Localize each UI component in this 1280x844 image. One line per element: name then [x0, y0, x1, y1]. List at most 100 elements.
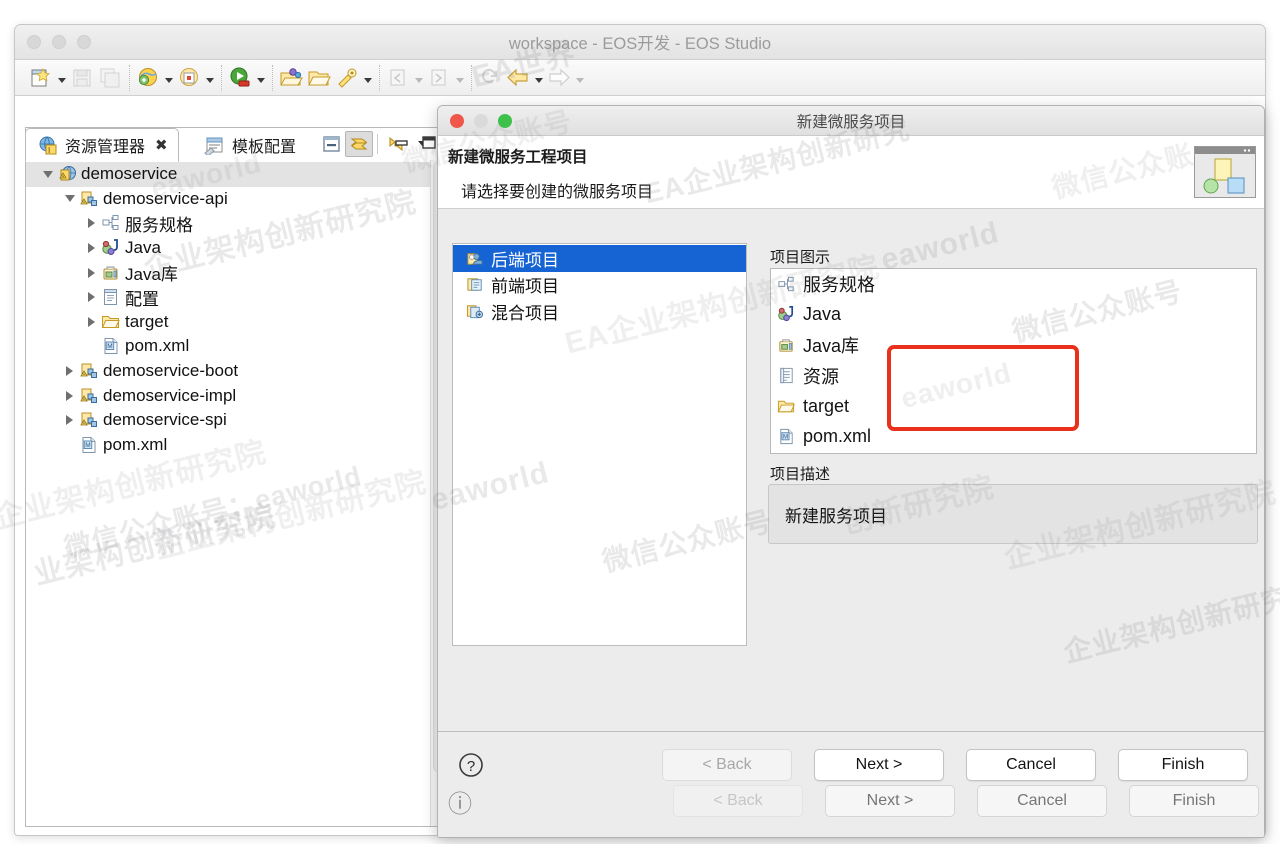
- dialog-subheading: 请选择要创建的微服务项目: [461, 184, 654, 201]
- config-icon: [99, 287, 122, 307]
- new-wizard-dropdown-arrow[interactable]: [56, 65, 67, 90]
- twisty-collapsed-icon[interactable]: [84, 243, 99, 254]
- twisty-collapsed-icon[interactable]: [84, 292, 99, 303]
- project-module-icon: [77, 386, 100, 406]
- run-icon[interactable]: [227, 65, 253, 90]
- project-structure-preview[interactable]: 服务规格 Java Java库 资源 target M pom.xml: [770, 268, 1257, 454]
- tree-row[interactable]: Java: [26, 236, 430, 261]
- tab-resource-explorer[interactable]: I 资源管理器 ✖: [25, 128, 179, 162]
- toolbar-group-navigation: [471, 64, 590, 91]
- twisty-expanded-icon[interactable]: [40, 170, 55, 178]
- new-wizard-icon[interactable]: [28, 65, 54, 90]
- dialog-close-button[interactable]: [450, 114, 464, 128]
- preview-row: Mpom.xml: [771, 422, 1256, 453]
- tab-template-config[interactable]: 模板配置: [193, 128, 306, 162]
- dialog-heading: 新建微服务工程项目: [448, 149, 588, 166]
- folder-icon: [99, 312, 122, 332]
- deploy-icon[interactable]: [135, 65, 161, 90]
- cancel-button[interactable]: Cancel: [966, 749, 1096, 781]
- svg-text:M: M: [85, 442, 90, 449]
- service-spec-icon: [774, 274, 798, 294]
- tree-row-label: demoservice: [81, 164, 178, 184]
- back-icon[interactable]: [505, 65, 531, 90]
- toolbar-group-package: [272, 64, 378, 91]
- twisty-collapsed-icon[interactable]: [62, 390, 77, 401]
- project-type-item[interactable]: 前端项目: [453, 272, 746, 299]
- minimize-view-button[interactable]: [393, 135, 410, 150]
- undeploy-icon[interactable]: [176, 65, 202, 90]
- tree-row[interactable]: Java库: [26, 260, 430, 285]
- collapse-all-button[interactable]: [317, 131, 345, 157]
- dialog-minimize-button[interactable]: [474, 114, 488, 128]
- export-dropdown-arrow: [454, 65, 465, 90]
- tree-row[interactable]: Mpom.xml: [26, 433, 430, 458]
- project-module-icon: [77, 361, 100, 381]
- dialog-button-row-ghost: ⓘ < Back Next > Cancel Finish: [438, 784, 1264, 818]
- back-dropdown-arrow[interactable]: [533, 65, 544, 90]
- deploy-dropdown-arrow[interactable]: [163, 65, 174, 90]
- window-traffic-lights[interactable]: [27, 35, 91, 49]
- toolbar-separator: [377, 134, 378, 154]
- save-all-icon: [97, 65, 123, 90]
- svg-text:I: I: [48, 146, 50, 155]
- java-library-icon: [774, 335, 798, 355]
- folder-icon: [774, 396, 798, 416]
- tree-row-label: pom.xml: [103, 434, 168, 454]
- twisty-collapsed-icon[interactable]: [84, 316, 99, 327]
- dialog-zoom-button[interactable]: [498, 114, 512, 128]
- undeploy-dropdown-arrow[interactable]: [204, 65, 215, 90]
- import-dropdown-arrow: [413, 65, 424, 90]
- next-button[interactable]: Next >: [814, 749, 944, 781]
- preview-row: project-impl: [771, 452, 1256, 453]
- dialog-traffic-lights[interactable]: [450, 114, 512, 128]
- maximize-view-button[interactable]: [420, 135, 437, 150]
- tree-row[interactable]: demoservice-api: [26, 187, 430, 212]
- resource-explorer-panel: demoservice demoservice-api 服务规格 Java Ja…: [25, 127, 445, 827]
- toolbar-group-transfer: [379, 64, 470, 91]
- minimize-window-button[interactable]: [52, 35, 66, 49]
- tree-row[interactable]: demoservice-impl: [26, 383, 430, 408]
- tree-row[interactable]: 配置: [26, 285, 430, 310]
- tree-row-label: 服务规格: [125, 215, 193, 235]
- project-tree[interactable]: demoservice demoservice-api 服务规格 Java Ja…: [26, 160, 430, 826]
- build-dropdown-arrow[interactable]: [362, 65, 373, 90]
- project-type-item[interactable]: 后端项目: [453, 245, 746, 272]
- run-dropdown-arrow[interactable]: [255, 65, 266, 90]
- preview-row-label: 服务规格: [803, 275, 875, 296]
- close-window-button[interactable]: [27, 35, 41, 49]
- open-folder-icon[interactable]: [306, 65, 332, 90]
- project-type-item[interactable]: 混合项目: [453, 298, 746, 325]
- preview-row-label: 资源: [803, 366, 839, 387]
- twisty-collapsed-icon[interactable]: [62, 366, 77, 377]
- svg-text:M: M: [107, 343, 112, 350]
- cancel-button-ghost: Cancel: [977, 785, 1107, 817]
- java-library-icon: [99, 263, 122, 283]
- preview-row: 资源: [771, 361, 1256, 392]
- build-icon[interactable]: [334, 65, 360, 90]
- zoom-window-button[interactable]: [77, 35, 91, 49]
- twisty-collapsed-icon[interactable]: [84, 267, 99, 278]
- svg-text:?: ?: [467, 758, 475, 775]
- help-icon[interactable]: ?: [454, 748, 488, 782]
- help-icon-ghost: ⓘ: [448, 790, 472, 818]
- description-text: 新建服务项目: [785, 506, 887, 526]
- close-icon[interactable]: ✖: [155, 136, 168, 154]
- project-type-list[interactable]: 后端项目 前端项目 混合项目: [452, 243, 747, 646]
- link-with-editor-button[interactable]: [345, 131, 373, 157]
- tree-row[interactable]: demoservice: [26, 162, 430, 187]
- tree-row[interactable]: target: [26, 310, 430, 335]
- twisty-expanded-icon[interactable]: [62, 195, 77, 203]
- preview-row-label: target: [803, 395, 850, 416]
- twisty-collapsed-icon[interactable]: [62, 415, 77, 426]
- tree-row[interactable]: demoservice-boot: [26, 359, 430, 384]
- tree-row-label: target: [125, 311, 169, 331]
- finish-button[interactable]: Finish: [1118, 749, 1248, 781]
- tree-row[interactable]: Mpom.xml: [26, 334, 430, 359]
- open-package-icon[interactable]: [278, 65, 304, 90]
- tree-row[interactable]: 服务规格: [26, 211, 430, 236]
- back-button[interactable]: < Back: [662, 749, 792, 781]
- tree-row[interactable]: demoservice-spi: [26, 408, 430, 433]
- dialog-footer: ⓘ < Back Next > Cancel Finish ? < Back N…: [438, 731, 1264, 837]
- twisty-collapsed-icon[interactable]: [84, 218, 99, 229]
- save-icon: [69, 65, 95, 90]
